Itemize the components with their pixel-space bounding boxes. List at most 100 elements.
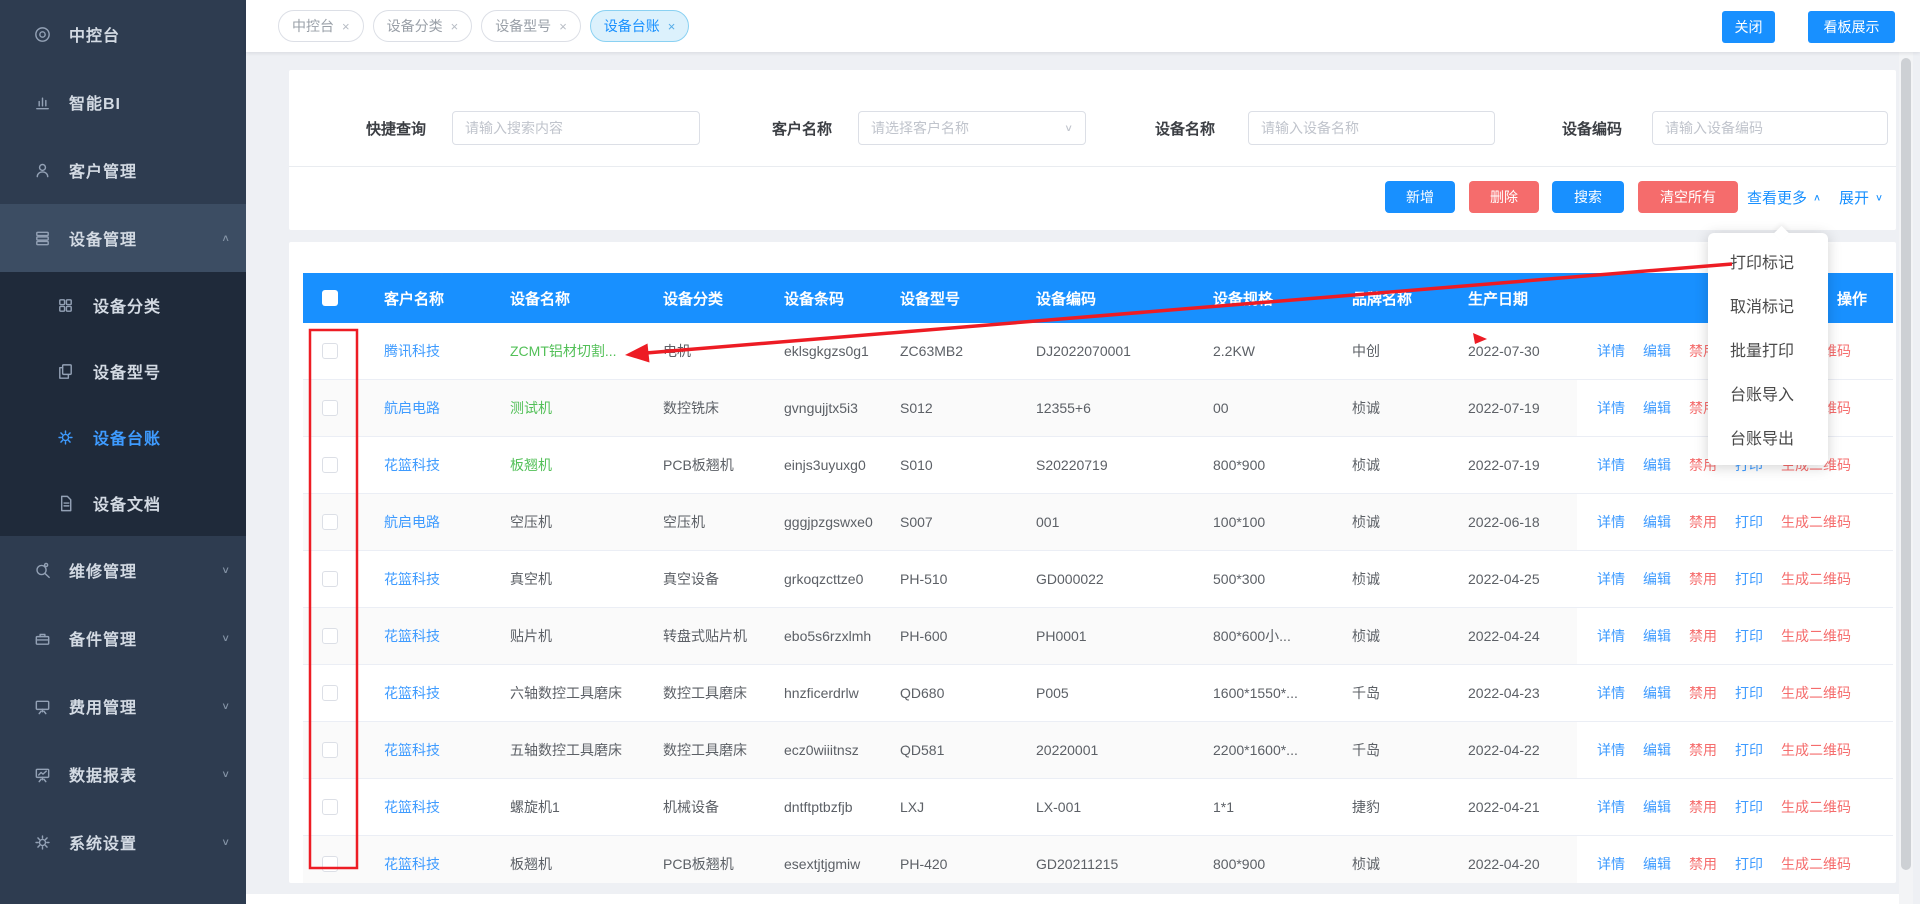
row-checkbox[interactable] <box>322 571 338 587</box>
row-action-打印[interactable]: 打印 <box>1735 740 1763 760</box>
row-action-编辑[interactable]: 编辑 <box>1643 740 1671 760</box>
search-button[interactable]: 搜索 <box>1552 181 1624 213</box>
tab-设备型号[interactable]: 设备型号× <box>481 10 581 42</box>
row-checkbox[interactable] <box>322 457 338 473</box>
tab-中控台[interactable]: 中控台× <box>278 10 364 42</box>
row-checkbox[interactable] <box>322 799 338 815</box>
customer-name-link[interactable]: 航启电路 <box>384 512 440 532</box>
add-button[interactable]: 新增 <box>1385 181 1455 213</box>
customer-name-link[interactable]: 腾讯科技 <box>384 341 440 361</box>
row-action-打印[interactable]: 打印 <box>1735 854 1763 874</box>
quick-search-input[interactable] <box>452 111 700 145</box>
row-action-禁用[interactable]: 禁用 <box>1689 626 1717 646</box>
sidebar-item-devices[interactable]: 设备管理∧ <box>0 204 246 272</box>
row-action-详情[interactable]: 详情 <box>1597 626 1625 646</box>
sidebar-item-device-docs[interactable]: 设备文档 <box>0 470 246 536</box>
dropdown-item-台账导出[interactable]: 台账导出 <box>1708 415 1828 459</box>
row-action-禁用[interactable]: 禁用 <box>1689 569 1717 589</box>
customer-name-link[interactable]: 航启电路 <box>384 398 440 418</box>
row-action-详情[interactable]: 详情 <box>1597 683 1625 703</box>
row-action-打印[interactable]: 打印 <box>1735 626 1763 646</box>
sidebar-item-spares[interactable]: 备件管理∨ <box>0 604 246 672</box>
customer-name-link[interactable]: 花篮科技 <box>384 740 440 760</box>
row-action-详情[interactable]: 详情 <box>1597 740 1625 760</box>
select-all-checkbox[interactable] <box>322 290 338 306</box>
vertical-scrollbar-track[interactable] <box>1899 52 1913 904</box>
row-action-禁用[interactable]: 禁用 <box>1689 740 1717 760</box>
row-action-详情[interactable]: 详情 <box>1597 854 1625 874</box>
row-checkbox[interactable] <box>322 343 338 359</box>
tab-close-icon[interactable]: × <box>559 20 567 33</box>
row-action-生成二维码[interactable]: 生成二维码 <box>1781 740 1851 760</box>
row-action-生成二维码[interactable]: 生成二维码 <box>1781 626 1851 646</box>
sidebar-item-console[interactable]: 中控台 <box>0 0 246 68</box>
row-action-生成二维码[interactable]: 生成二维码 <box>1781 854 1851 874</box>
vertical-scrollbar-thumb[interactable] <box>1901 58 1911 870</box>
row-action-编辑[interactable]: 编辑 <box>1643 683 1671 703</box>
row-action-详情[interactable]: 详情 <box>1597 398 1625 418</box>
customer-name-link[interactable]: 花篮科技 <box>384 797 440 817</box>
customer-name-link[interactable]: 花篮科技 <box>384 569 440 589</box>
row-action-生成二维码[interactable]: 生成二维码 <box>1781 569 1851 589</box>
tab-close-icon[interactable]: × <box>668 20 676 33</box>
row-action-禁用[interactable]: 禁用 <box>1689 797 1717 817</box>
row-action-编辑[interactable]: 编辑 <box>1643 626 1671 646</box>
row-action-详情[interactable]: 详情 <box>1597 455 1625 475</box>
row-checkbox[interactable] <box>322 400 338 416</box>
row-checkbox[interactable] <box>322 685 338 701</box>
sidebar-item-customers[interactable]: 客户管理 <box>0 136 246 204</box>
sidebar-item-settings[interactable]: 系统设置∨ <box>0 808 246 876</box>
customer-name-link[interactable]: 花篮科技 <box>384 455 440 475</box>
row-action-生成二维码[interactable]: 生成二维码 <box>1781 512 1851 532</box>
row-action-详情[interactable]: 详情 <box>1597 797 1625 817</box>
row-action-详情[interactable]: 详情 <box>1597 569 1625 589</box>
row-checkbox[interactable] <box>322 628 338 644</box>
clear-all-button[interactable]: 清空所有 <box>1638 181 1738 213</box>
row-action-编辑[interactable]: 编辑 <box>1643 455 1671 475</box>
row-action-详情[interactable]: 详情 <box>1597 341 1625 361</box>
dropdown-item-打印标记[interactable]: 打印标记 <box>1708 239 1828 283</box>
row-action-打印[interactable]: 打印 <box>1735 512 1763 532</box>
device-name-input[interactable] <box>1248 111 1495 145</box>
dropdown-item-批量打印[interactable]: 批量打印 <box>1708 327 1828 371</box>
delete-button[interactable]: 删除 <box>1469 181 1539 213</box>
row-checkbox[interactable] <box>322 514 338 530</box>
close-button[interactable]: 关闭 <box>1722 11 1775 43</box>
row-action-编辑[interactable]: 编辑 <box>1643 512 1671 532</box>
row-action-编辑[interactable]: 编辑 <box>1643 569 1671 589</box>
tab-close-icon[interactable]: × <box>342 20 350 33</box>
row-action-生成二维码[interactable]: 生成二维码 <box>1781 797 1851 817</box>
customer-name-link[interactable]: 花篮科技 <box>384 683 440 703</box>
sidebar-item-device-category[interactable]: 设备分类 <box>0 272 246 338</box>
row-checkbox[interactable] <box>322 742 338 758</box>
sidebar-item-device-ledger[interactable]: 设备台账 <box>0 404 246 470</box>
expand-link[interactable]: 展开 ∨ <box>1839 187 1883 208</box>
row-action-编辑[interactable]: 编辑 <box>1643 341 1671 361</box>
customer-name-link[interactable]: 花篮科技 <box>384 854 440 874</box>
tab-设备台账[interactable]: 设备台账× <box>590 10 690 42</box>
sidebar-item-report[interactable]: 数据报表∨ <box>0 740 246 808</box>
tab-close-icon[interactable]: × <box>451 20 459 33</box>
device-code-input[interactable] <box>1652 111 1888 145</box>
row-action-编辑[interactable]: 编辑 <box>1643 854 1671 874</box>
board-display-button[interactable]: 看板展示 <box>1808 11 1895 43</box>
row-action-禁用[interactable]: 禁用 <box>1689 512 1717 532</box>
sidebar-item-cost[interactable]: 费用管理∨ <box>0 672 246 740</box>
sidebar-item-bi[interactable]: 智能BI <box>0 68 246 136</box>
sidebar-item-device-model[interactable]: 设备型号 <box>0 338 246 404</box>
customer-name-link[interactable]: 花篮科技 <box>384 626 440 646</box>
row-checkbox[interactable] <box>322 856 338 872</box>
customer-select[interactable]: 请选择客户名称 ∨ <box>858 111 1086 145</box>
row-action-打印[interactable]: 打印 <box>1735 683 1763 703</box>
row-action-详情[interactable]: 详情 <box>1597 512 1625 532</box>
dropdown-item-取消标记[interactable]: 取消标记 <box>1708 283 1828 327</box>
row-action-打印[interactable]: 打印 <box>1735 569 1763 589</box>
row-action-禁用[interactable]: 禁用 <box>1689 854 1717 874</box>
sidebar-item-repair[interactable]: 维修管理∨ <box>0 536 246 604</box>
dropdown-item-台账导入[interactable]: 台账导入 <box>1708 371 1828 415</box>
tab-设备分类[interactable]: 设备分类× <box>373 10 473 42</box>
view-more-link[interactable]: 查看更多 ∧ <box>1747 187 1821 208</box>
row-action-编辑[interactable]: 编辑 <box>1643 398 1671 418</box>
row-action-编辑[interactable]: 编辑 <box>1643 797 1671 817</box>
row-action-禁用[interactable]: 禁用 <box>1689 683 1717 703</box>
